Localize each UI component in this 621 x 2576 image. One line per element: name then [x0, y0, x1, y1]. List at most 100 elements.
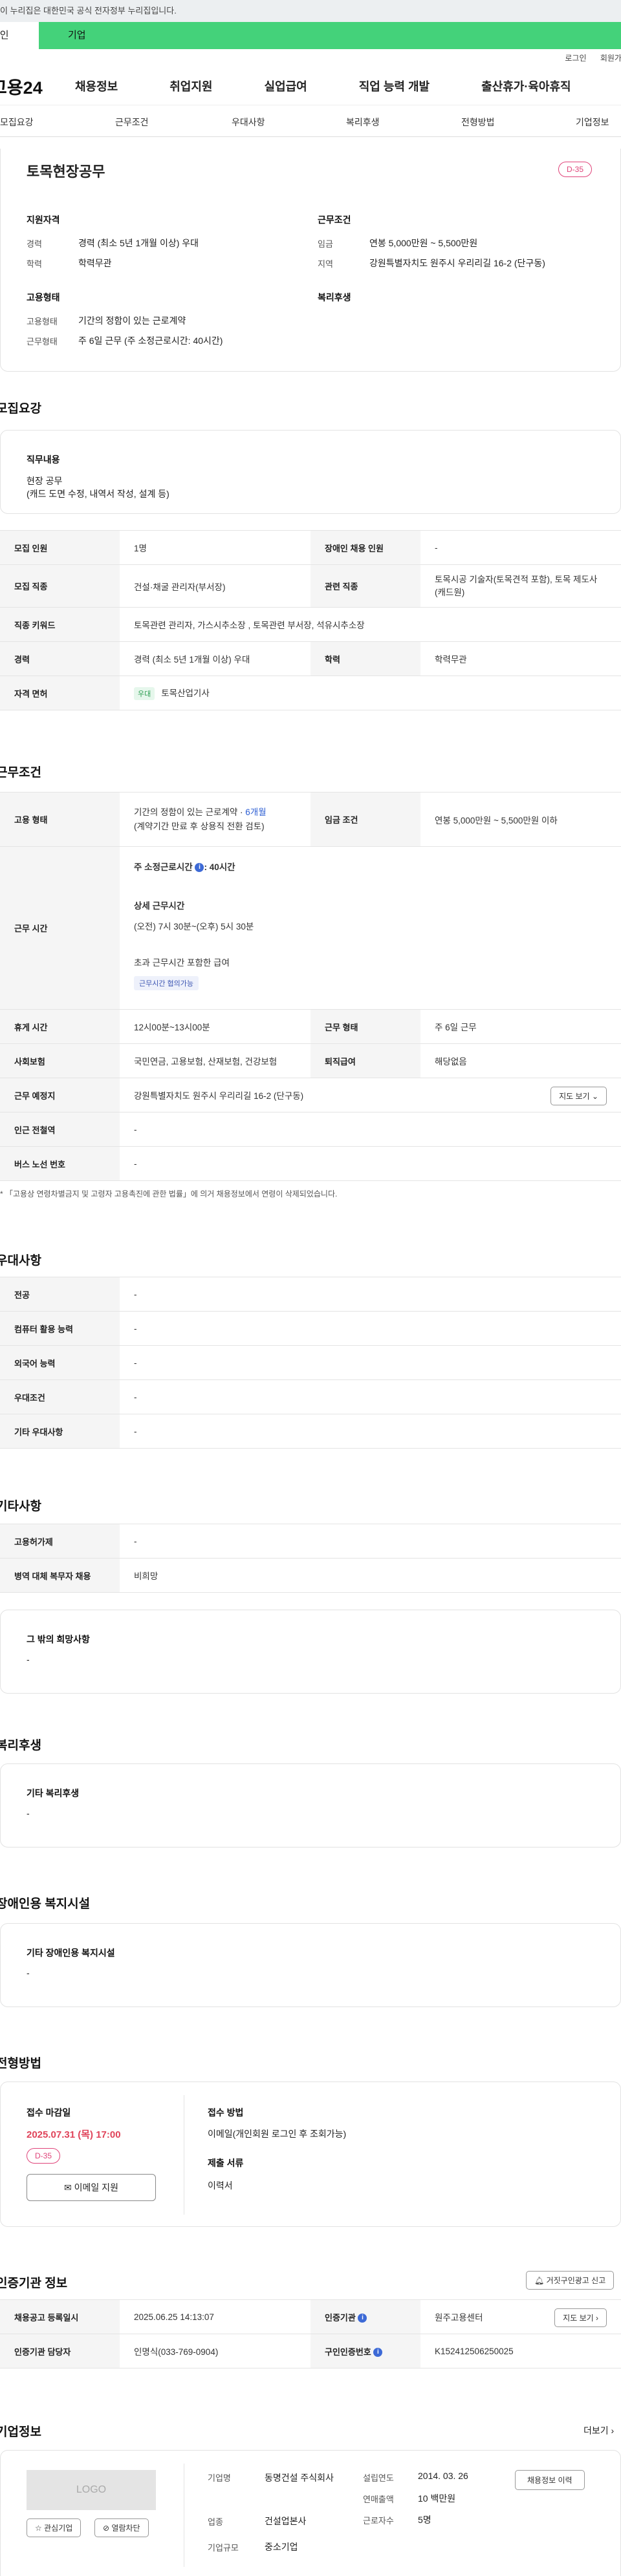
subway-key: 인근 전철역	[0, 1112, 120, 1147]
section-subnav: 모집요강 근무조건 우대사항 복리후생 전형방법 기업정보	[0, 105, 621, 137]
other-key: 고용허가제	[0, 1524, 120, 1559]
map-button[interactable]: 지도 보기 ⌄	[550, 1087, 607, 1105]
name-value: 동명건설 주식회사	[265, 2473, 334, 2483]
join-link[interactable]: 회원가입	[600, 54, 621, 63]
keyword-value: 토목관련 관리자, 가스시추소장 , 토목관련 부서장, 석유시추소장	[120, 607, 621, 642]
info-icon[interactable]: i	[195, 863, 204, 873]
gnb-item-support[interactable]: 취업지원	[169, 78, 212, 94]
duty-title: 직무내용	[27, 454, 60, 465]
welfare-box-value: -	[27, 1808, 30, 1818]
other-value: 비희망	[120, 1558, 621, 1593]
table-row: 외국어 능력 -	[0, 1345, 621, 1380]
table-row: 버스 노선 번호 -	[0, 1146, 621, 1181]
block-button[interactable]: ⊘ 열람차단	[94, 2518, 149, 2537]
subway-value: -	[120, 1112, 621, 1147]
favorite-button[interactable]: ☆ 관심기업	[27, 2518, 82, 2537]
gnb-item-jobs[interactable]: 채용정보	[75, 78, 118, 94]
subnav-conditions[interactable]: 근무조건	[115, 116, 149, 129]
staff-value: 5명	[418, 2515, 431, 2525]
table-row: 우대조건 -	[0, 1379, 621, 1414]
subnav-welfare[interactable]: 복리후생	[346, 116, 380, 129]
gnb-item-training[interactable]: 직업 능력 개발	[359, 78, 430, 94]
prefs-heading: 우대사항	[0, 1254, 41, 1268]
place-key: 근무 예정지	[0, 1078, 120, 1112]
table-row: 직종 키워드 토목관련 관리자, 가스시추소장 , 토목관련 부서장, 석유시추…	[0, 607, 621, 642]
hope-card: 그 밖의 희망사항 -	[0, 1610, 621, 1694]
subnav-screening[interactable]: 전형방법	[461, 116, 495, 129]
company-logo: LOGO	[27, 2470, 156, 2510]
more-link[interactable]: 더보기 ›	[583, 2424, 614, 2437]
table-row: 근무 예정지 강원특별자치도 원주시 우리리길 16-2 (단구동) 지도 보기…	[0, 1078, 621, 1112]
industry-key: 업종	[208, 2517, 223, 2527]
welfare-box-title: 기타 복리후생	[27, 1788, 80, 1798]
tab-company[interactable]: 기업	[39, 22, 621, 49]
docs-value: 이력서	[208, 2180, 233, 2191]
worktype-key: 근무 형태	[310, 1009, 420, 1044]
duty-card: 직무내용 현장 공무 (캐드 도면 수정, 내역서 작성, 설계 등)	[0, 430, 621, 514]
agency-map-button[interactable]: 지도 보기 ›	[554, 2308, 607, 2327]
table-row: 모집 직종 건설·채굴 관리자(부서장) 관련 직종 토목시공 기술자(토목견적…	[0, 564, 621, 608]
star-icon: ☆	[35, 2524, 42, 2533]
table-row: 컴퓨터 활용 능력 -	[0, 1311, 621, 1346]
subnav-company[interactable]: 기업정보	[576, 116, 609, 129]
wage-label: 임금	[318, 239, 333, 249]
table-row: 근무 시간 주 소정근로시간 i: 40시간 상세 근무시간 (오전) 7시 3…	[0, 846, 621, 1010]
bell-icon: 🔔︎	[534, 2276, 545, 2285]
disabled-heading: 장애인용 복지시설	[0, 1897, 91, 1911]
table-row: 전공 -	[0, 1277, 621, 1312]
mail-icon: ✉	[64, 2182, 72, 2193]
license-key: 자격 면허	[0, 676, 120, 710]
deadline-label: 접수 마감일	[27, 2107, 71, 2118]
subnav-recruit[interactable]: 모집요강	[0, 116, 34, 129]
break-value: 12시00분~13시00분	[120, 1009, 310, 1044]
company-card: LOGO ☆ 관심기업 ⊘ 열람차단 기업명 동명건설 주식회사 업종 건설업본…	[0, 2450, 621, 2576]
career-value: 경력 (최소 5년 1개월 이상) 우대	[78, 238, 199, 248]
severance-key: 퇴직급여	[310, 1043, 420, 1078]
tab-personal[interactable]: 개인	[0, 22, 39, 49]
duty-text-2: (캐드 도면 수정, 내역서 작성, 설계 등)	[27, 489, 169, 499]
insurance-key: 사회보험	[0, 1043, 120, 1078]
other-value: -	[120, 1524, 621, 1559]
pref-key: 기타 우대사항	[0, 1414, 120, 1449]
reg-value: 2025.06.25 14:13:07	[120, 2299, 310, 2334]
emp-title: 고용형태	[27, 292, 60, 303]
no-value: K152412506250025	[420, 2334, 621, 2368]
pref-value: -	[120, 1379, 621, 1414]
email-apply-button[interactable]: ✉ 이메일 지원	[27, 2174, 156, 2201]
gnb-item-leave[interactable]: 출산휴가·육아휴직	[481, 78, 571, 94]
emptype-value: 기간의 정함이 있는 근로계약	[78, 315, 186, 326]
login-link[interactable]: 로그인	[565, 54, 586, 63]
wage-value: 연봉 5,000만원 ~ 5,500만원	[369, 238, 478, 248]
util-bar: 로그인 회원가입	[0, 49, 621, 67]
summary-card: 토목현장공무 D-35 지원자격 경력 경력 (최소 5년 1개월 이상) 우대…	[0, 149, 621, 372]
info-icon[interactable]: i	[358, 2314, 367, 2323]
subnav-prefs[interactable]: 우대사항	[232, 116, 265, 129]
conditions-heading: 근무조건	[0, 766, 41, 780]
report-button[interactable]: 🔔︎ 거짓구인광고 신고	[526, 2271, 615, 2290]
method-label: 접수 방법	[208, 2107, 244, 2118]
worktype-label: 근무형태	[27, 337, 58, 346]
emp-value: 기간의 정함이 있는 근로계약 ·	[134, 807, 246, 817]
table-row: 인근 전철역 -	[0, 1112, 621, 1147]
wage-key: 임금 조건	[310, 792, 420, 847]
disabled-key: 장애인 채용 인원	[310, 530, 420, 565]
pref-value: -	[120, 1277, 621, 1312]
insurance-value: 국민연금, 고용보험, 산재보험, 건강보험	[120, 1043, 310, 1078]
gnb-item-benefit[interactable]: 실업급여	[265, 78, 307, 94]
sales-key: 연매출액	[363, 2495, 394, 2504]
year-value: 2014. 03. 26	[418, 2471, 468, 2481]
history-button[interactable]: 채용정보 이력	[515, 2470, 585, 2490]
prefs-table: 전공 - 컴퓨터 활용 능력 - 외국어 능력 - 우대조건 - 기타 우대사항 -	[0, 1277, 621, 1449]
pref-key: 전공	[0, 1277, 120, 1312]
work-title: 근무조건	[318, 215, 351, 225]
info-icon[interactable]: i	[373, 2348, 383, 2358]
site-logo[interactable]: 고용24	[0, 74, 62, 99]
reg-key: 채용공고 등록일시	[0, 2299, 120, 2334]
table-row: 경력 경력 (최소 5년 1개월 이상) 우대 학력 학력무관	[0, 641, 621, 676]
sales-value: 10 백만원	[418, 2493, 456, 2504]
others-table: 고용허가제 - 병역 대체 복무자 채용 비희망	[0, 1524, 621, 1593]
keyword-key: 직종 키워드	[0, 607, 120, 642]
hope-value: -	[27, 1654, 30, 1665]
emp-months: 6개월	[245, 807, 267, 817]
emptype-label: 고용형태	[27, 317, 58, 326]
